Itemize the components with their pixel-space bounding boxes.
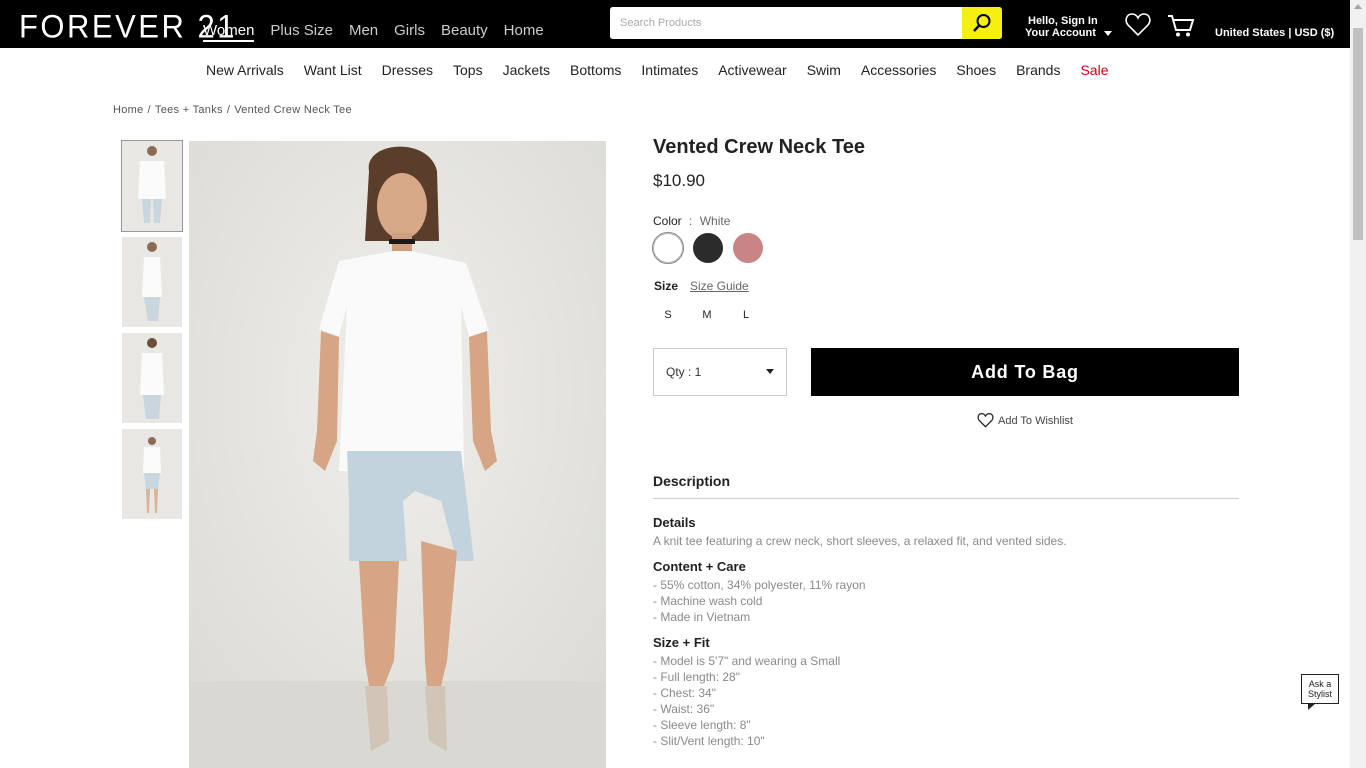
fit-line: - Waist: 36" — [653, 702, 715, 716]
color-swatches — [652, 232, 773, 264]
size-label: Size — [654, 279, 679, 293]
cart-icon[interactable] — [1167, 14, 1195, 43]
selected-color-value: White — [699, 214, 731, 228]
nav-plus-size[interactable]: Plus Size — [270, 22, 333, 42]
nav-home[interactable]: Home — [504, 22, 544, 42]
ask-a-stylist-button[interactable]: Ask a Stylist — [1301, 674, 1339, 710]
chevron-down-icon — [1103, 30, 1112, 36]
care-line: - 55% cotton, 34% polyester, 11% rayon — [653, 578, 866, 592]
thumbnail-2[interactable] — [122, 237, 182, 327]
cat-intimates[interactable]: Intimates — [641, 62, 698, 78]
breadcrumb-current: Vented Crew Neck Tee — [234, 104, 352, 116]
quantity-select[interactable]: Qty : 1 — [653, 348, 787, 396]
wishlist-label: Add To Wishlist — [998, 414, 1073, 427]
search-icon — [973, 14, 991, 32]
cat-activewear[interactable]: Activewear — [718, 62, 786, 78]
size-fit-list: - Model is 5'7" and wearing a Small - Fu… — [653, 653, 840, 749]
care-line: - Machine wash cold — [653, 594, 763, 608]
wishlist-heart-icon[interactable] — [1125, 13, 1151, 42]
size-l[interactable]: L — [731, 306, 761, 324]
top-bar: FOREVER 21 Women Plus Size Men Girls Bea… — [0, 0, 1350, 48]
swatch-rose[interactable] — [733, 233, 763, 263]
account-menu[interactable]: Hello, Sign In Your Account — [1025, 15, 1112, 39]
add-to-bag-button[interactable]: Add To Bag — [811, 348, 1239, 396]
product-title: Vented Crew Neck Tee — [653, 136, 865, 158]
nav-beauty[interactable]: Beauty — [441, 22, 488, 42]
size-guide-link[interactable]: Size Guide — [690, 279, 749, 293]
search-bar — [610, 7, 1002, 39]
search-button[interactable] — [962, 7, 1002, 39]
heart-icon — [977, 413, 994, 428]
breadcrumb: Home / Tees + Tanks / Vented Crew Neck Tee — [113, 104, 352, 116]
description-heading[interactable]: Description — [653, 473, 730, 489]
breadcrumb-home[interactable]: Home — [113, 104, 144, 116]
scrollbar-thumb[interactable] — [1353, 28, 1363, 240]
cat-accessories[interactable]: Accessories — [861, 62, 936, 78]
swatch-white[interactable] — [652, 232, 684, 264]
nav-girls[interactable]: Girls — [394, 22, 425, 42]
care-line: - Made in Vietnam — [653, 610, 751, 624]
scroll-up-arrow-icon[interactable] — [1354, 4, 1362, 9]
cat-new-arrivals[interactable]: New Arrivals — [206, 62, 284, 78]
add-to-wishlist-link[interactable]: Add To Wishlist — [977, 413, 1073, 428]
cat-bottoms[interactable]: Bottoms — [570, 62, 621, 78]
content-care-list: - 55% cotton, 34% polyester, 11% rayon -… — [653, 577, 866, 625]
fit-line: - Model is 5'7" and wearing a Small — [653, 654, 841, 668]
size-fit-heading: Size + Fit — [653, 635, 710, 650]
color-separator: : — [689, 214, 693, 228]
account-label: Your Account — [1025, 27, 1096, 39]
cat-want-list[interactable]: Want List — [304, 62, 362, 78]
thumbnail-list — [121, 140, 183, 525]
fit-line: - Slit/Vent length: 10" — [653, 734, 765, 748]
cat-swim[interactable]: Swim — [807, 62, 841, 78]
stylist-line1: Ask a — [1308, 679, 1332, 689]
product-price: $10.90 — [653, 171, 705, 190]
nav-women[interactable]: Women — [203, 22, 255, 42]
size-options: S M L — [653, 306, 770, 324]
fit-line: - Full length: 28" — [653, 670, 740, 684]
cat-jackets[interactable]: Jackets — [503, 62, 550, 78]
swatch-black[interactable] — [693, 233, 723, 263]
dropdown-arrow-icon — [766, 369, 774, 374]
fit-line: - Sleeve length: 8" — [653, 718, 751, 732]
description-divider — [653, 498, 1239, 499]
cat-tops[interactable]: Tops — [453, 62, 483, 78]
color-label-row: Color : White — [653, 214, 730, 228]
thumbnail-1[interactable] — [121, 140, 183, 232]
color-label: Color — [653, 214, 682, 228]
nav-men[interactable]: Men — [349, 22, 378, 42]
page-scrollbar[interactable] — [1350, 0, 1366, 768]
main-nav: Women Plus Size Men Girls Beauty Home — [203, 22, 560, 42]
thumbnail-4[interactable] — [122, 429, 182, 519]
cat-shoes[interactable]: Shoes — [956, 62, 996, 78]
product-main-image[interactable] — [189, 141, 606, 768]
quantity-value: Qty : 1 — [666, 365, 702, 379]
thumbnail-3[interactable] — [122, 333, 182, 423]
category-nav: New Arrivals Want List Dresses Tops Jack… — [206, 62, 1128, 78]
details-heading: Details — [653, 515, 696, 530]
size-m[interactable]: M — [692, 306, 722, 324]
search-input[interactable] — [610, 7, 962, 39]
cat-sale[interactable]: Sale — [1080, 62, 1108, 78]
locale-selector[interactable]: United States | USD ($) — [1215, 27, 1334, 39]
stylist-line2: Stylist — [1307, 689, 1332, 699]
cat-dresses[interactable]: Dresses — [382, 62, 433, 78]
details-text: A knit tee featuring a crew neck, short … — [653, 534, 1067, 548]
cat-brands[interactable]: Brands — [1016, 62, 1060, 78]
fit-line: - Chest: 34" — [653, 686, 716, 700]
breadcrumb-tees-tanks[interactable]: Tees + Tanks — [155, 104, 223, 116]
content-care-heading: Content + Care — [653, 559, 746, 574]
size-s[interactable]: S — [653, 306, 683, 324]
account-greeting: Hello, Sign In — [1028, 15, 1098, 27]
